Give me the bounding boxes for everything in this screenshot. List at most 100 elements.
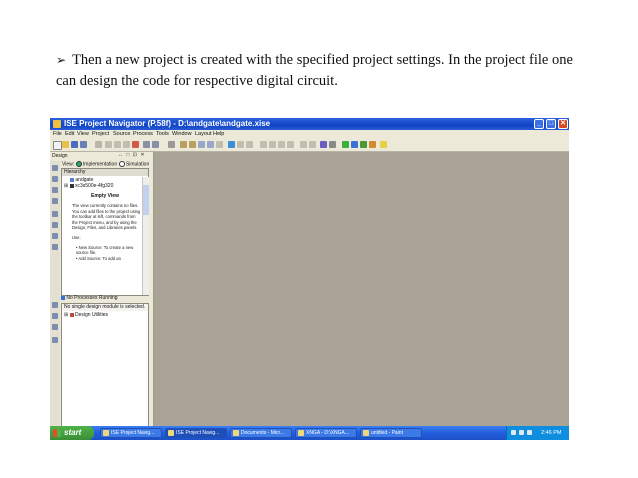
minimize-button[interactable]: _ — [534, 119, 544, 129]
collapse-icon[interactable] — [52, 244, 58, 250]
utilities-icon — [69, 312, 74, 317]
empty-view-text: The view currently contains no files. Yo… — [72, 203, 141, 231]
help-pointer-icon[interactable] — [320, 141, 327, 148]
tool-a-icon[interactable] — [260, 141, 267, 148]
add-copy-icon[interactable] — [52, 187, 58, 193]
delete-icon[interactable] — [132, 141, 139, 148]
process-b-icon[interactable] — [52, 324, 58, 330]
run-icon[interactable] — [342, 141, 349, 148]
expand-icon[interactable]: ⊞ — [64, 183, 68, 189]
tool-f-icon[interactable] — [309, 141, 316, 148]
bookmark-icon[interactable] — [360, 141, 367, 148]
design-icon[interactable] — [198, 141, 205, 148]
chip-icon[interactable] — [369, 141, 376, 148]
panel-controls[interactable]: ↔ □ ⊡ ✕ — [118, 152, 146, 158]
tool-d-icon[interactable] — [287, 141, 294, 148]
copy-icon[interactable] — [114, 141, 121, 148]
process-item-design-utilities[interactable]: ⊞ Design Utilities — [64, 312, 108, 319]
window-titlebar[interactable]: ISE Project Navigator (P.58f) - D:\andga… — [50, 118, 569, 130]
side-toolstrip — [50, 161, 60, 426]
scroll-thumb[interactable] — [143, 185, 149, 215]
task-paint[interactable]: untitled - Paint — [360, 428, 422, 438]
toolbar — [50, 139, 569, 152]
process-pane: No single design module is selected. ⊞ D… — [61, 303, 149, 428]
antivirus-icon[interactable] — [527, 430, 532, 435]
menu-view[interactable]: View — [77, 130, 89, 139]
zoom-icon[interactable] — [180, 141, 187, 148]
new-source-icon[interactable] — [52, 165, 58, 171]
window-icon[interactable] — [216, 141, 223, 148]
process-c-icon[interactable] — [52, 337, 58, 343]
task-ise-2[interactable]: ISE Project Navig... — [165, 428, 227, 438]
chip-device-icon — [69, 183, 74, 188]
new-source-hint: • New Source: To create a new source fil… — [76, 244, 134, 256]
start-label: start — [64, 428, 82, 437]
network-icon[interactable] — [511, 430, 516, 435]
find-icon[interactable] — [168, 141, 175, 148]
add-source-hint: • Add Source: To add an — [76, 255, 121, 261]
view-implementation[interactable]: Implementation — [83, 161, 117, 167]
redo-icon[interactable] — [152, 141, 159, 148]
menu-file[interactable]: File — [53, 130, 62, 139]
menu-tools[interactable]: Tools — [156, 130, 169, 139]
view-simulation[interactable]: Simulation — [126, 161, 149, 167]
empty-view-help: The view currently contains no files. Yo… — [72, 203, 142, 261]
expand-icon[interactable]: ⊞ — [64, 312, 68, 318]
design-utilities-label: Design Utilities — [74, 312, 109, 318]
properties-icon[interactable] — [52, 198, 58, 204]
simulation-radio[interactable] — [118, 161, 125, 167]
layout-icon[interactable] — [207, 141, 214, 148]
view-selector: View: Implementation Simulation — [62, 161, 149, 167]
edit-icon[interactable] — [52, 233, 58, 239]
process-selected-text: No single design module is selected. — [62, 304, 148, 311]
menu-process[interactable]: Process — [133, 130, 153, 139]
tool-c-icon[interactable] — [278, 141, 285, 148]
task-ise-1[interactable]: ISE Project Navig... — [100, 428, 162, 438]
menu-help[interactable]: Help — [213, 130, 224, 139]
tile-icon[interactable] — [228, 141, 235, 148]
menu-window[interactable]: Window — [172, 130, 192, 139]
zoom-out-icon[interactable] — [189, 141, 196, 148]
menu-edit[interactable]: Edit — [65, 130, 74, 139]
close-all-icon[interactable] — [246, 141, 253, 148]
task-documents[interactable]: Documents - Micr... — [230, 428, 292, 438]
tool-b-icon[interactable] — [269, 141, 276, 148]
lightbulb-icon[interactable] — [380, 141, 387, 148]
menu-source[interactable]: Source — [113, 130, 130, 139]
menu-layout[interactable]: Layout — [195, 130, 212, 139]
paste-icon[interactable] — [123, 141, 130, 148]
workspace-area[interactable] — [154, 152, 569, 426]
new-file-icon[interactable] — [53, 141, 62, 150]
process-status-text: No Processes Running — [66, 295, 118, 301]
menu-bar: File Edit View Project Source Process To… — [50, 130, 569, 139]
cascade-icon[interactable] — [237, 141, 244, 148]
tree-item-device[interactable]: ⊞ xc3s500e-4fg320 — [64, 183, 113, 189]
sigma-icon[interactable] — [351, 141, 358, 148]
hierarchy-scrollbar[interactable] — [142, 177, 149, 295]
empty-view-title: Empty View — [91, 193, 119, 199]
slide-caption: ➢ Then a new project is created with the … — [56, 50, 586, 92]
task-xnga[interactable]: XNGA - D:\XNGA... — [295, 428, 357, 438]
ise-app-icon — [53, 120, 61, 128]
windows-taskbar: start ISE Project Navig... ISE Project N… — [50, 426, 569, 440]
undo-icon[interactable] — [143, 141, 150, 148]
cut-icon[interactable] — [105, 141, 112, 148]
process-run-icon[interactable] — [52, 302, 58, 308]
process-a-icon[interactable] — [52, 313, 58, 319]
start-button[interactable]: start — [50, 426, 94, 440]
help-icon[interactable] — [329, 141, 336, 148]
remove-icon[interactable] — [52, 222, 58, 228]
close-button[interactable]: ✕ — [558, 119, 568, 129]
add-source-icon[interactable] — [52, 176, 58, 182]
maximize-button[interactable]: □ — [546, 119, 556, 129]
open-icon[interactable] — [52, 211, 58, 217]
open-folder-icon[interactable] — [62, 141, 69, 148]
menu-project[interactable]: Project — [92, 130, 109, 139]
implementation-radio[interactable] — [75, 161, 82, 167]
save-icon[interactable] — [71, 141, 78, 148]
print-icon[interactable] — [95, 141, 102, 148]
tool-e-icon[interactable] — [300, 141, 307, 148]
volume-icon[interactable] — [519, 430, 524, 435]
window-title: ISE Project Navigator (P.58f) - D:\andga… — [64, 119, 271, 128]
save-all-icon[interactable] — [80, 141, 87, 148]
